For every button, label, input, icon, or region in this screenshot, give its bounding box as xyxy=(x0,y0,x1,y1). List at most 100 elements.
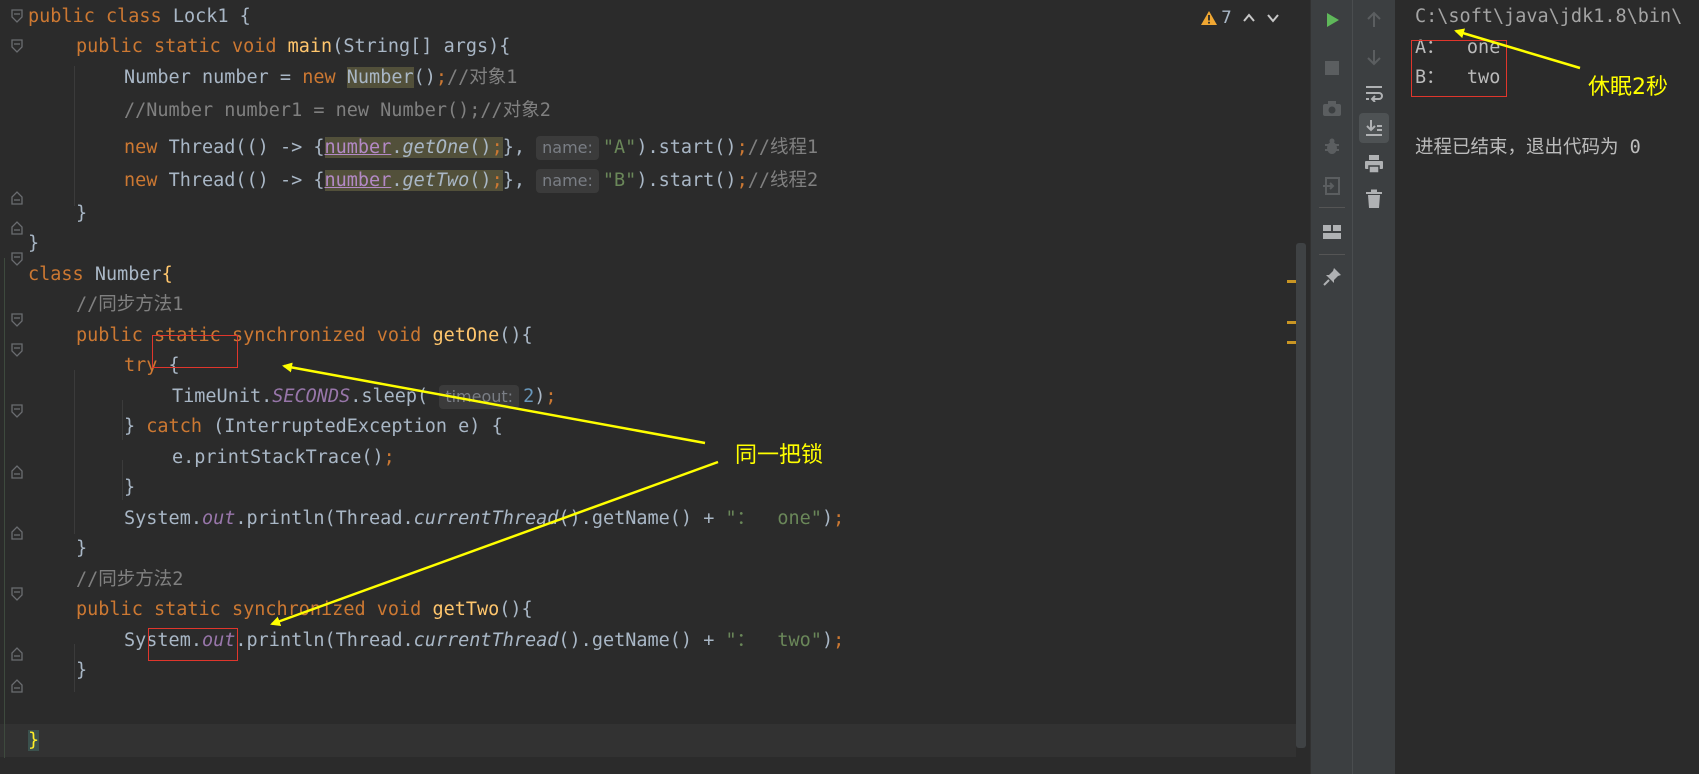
chevron-down-icon[interactable] xyxy=(1266,11,1280,25)
console-output[interactable]: C:\soft\java\jdk1.8\bin\ A： one B： two 进… xyxy=(1395,0,1699,774)
exit-button[interactable] xyxy=(1317,171,1347,201)
keyword: try xyxy=(124,355,158,376)
code-line[interactable]: } xyxy=(76,654,87,687)
method-name: getOne xyxy=(432,325,500,346)
fold-icon[interactable] xyxy=(10,312,24,328)
trash-icon xyxy=(1366,189,1382,208)
code-text: (String[] args){ xyxy=(332,36,511,57)
code-line[interactable]: //同步方法1 xyxy=(76,288,183,321)
code-line[interactable]: } xyxy=(76,532,87,565)
semicolon: ; xyxy=(736,137,748,158)
fold-end-icon[interactable] xyxy=(10,220,24,236)
code-text: Number number = xyxy=(124,67,303,88)
code-text: ().getName() + xyxy=(558,508,726,529)
code-line[interactable]: e.printStackTrace(); xyxy=(172,441,395,474)
scroll-to-end-icon xyxy=(1366,120,1382,136)
code-text: . xyxy=(391,170,403,191)
rerun-button[interactable] xyxy=(1317,5,1347,35)
fold-icon[interactable] xyxy=(10,403,24,419)
keyword: class xyxy=(105,6,162,27)
print-button[interactable] xyxy=(1359,149,1389,179)
code-line[interactable]: public class Lock1 { xyxy=(28,0,251,33)
fold-icon[interactable] xyxy=(10,342,24,358)
keyword: static xyxy=(153,36,221,57)
code-line[interactable]: public static synchronized void getTwo()… xyxy=(76,593,533,626)
code-text: (){ xyxy=(499,325,533,346)
method-call: currentThread xyxy=(413,630,559,651)
code-line[interactable]: } xyxy=(28,227,39,260)
code-line[interactable]: } catch (InterruptedException e) { xyxy=(124,410,503,443)
code-text: () xyxy=(469,137,492,158)
indent-guide xyxy=(74,644,75,692)
code-line[interactable]: try { xyxy=(124,349,180,382)
fold-icon[interactable] xyxy=(10,8,24,24)
code-line[interactable]: } xyxy=(28,724,40,757)
dump-threads-button[interactable] xyxy=(1317,94,1347,124)
chevron-up-icon[interactable] xyxy=(1242,11,1256,25)
fold-end-icon[interactable] xyxy=(10,678,24,694)
keyword: public xyxy=(28,6,95,27)
code-text: } xyxy=(76,203,88,224)
keyword: class xyxy=(28,264,84,285)
fold-icon[interactable] xyxy=(10,38,24,54)
code-editor[interactable]: public class Lock1 { public static void … xyxy=(0,0,1306,774)
code-text: e.printStackTrace() xyxy=(172,447,384,468)
method-call: currentThread xyxy=(413,508,559,529)
run-toolbar xyxy=(1310,0,1353,774)
indent-guide xyxy=(122,400,123,440)
code-line[interactable]: new Thread(() -> {number.getOne();}, nam… xyxy=(124,131,818,164)
printer-icon xyxy=(1365,155,1383,174)
fold-icon[interactable] xyxy=(10,251,24,267)
fold-end-icon[interactable] xyxy=(10,190,24,206)
indent-guide xyxy=(122,460,123,500)
comment: //同步方法1 xyxy=(76,294,184,315)
scroll-to-end-button[interactable] xyxy=(1359,113,1389,143)
comment: //线程2 xyxy=(747,170,819,191)
code-line[interactable]: class Number{ xyxy=(28,258,173,291)
layout-button[interactable] xyxy=(1317,217,1347,247)
debug-button[interactable] xyxy=(1317,132,1347,162)
code-line[interactable]: public static void main(String[] args){ xyxy=(76,30,510,63)
stop-button[interactable] xyxy=(1317,53,1347,83)
inspection-widget[interactable]: 7 xyxy=(1200,6,1280,30)
code-line[interactable]: System.out.println(Thread.currentThread(… xyxy=(124,502,844,535)
code-line[interactable]: Number number = new Number();//对象1 xyxy=(124,61,517,94)
code-text: .println(Thread. xyxy=(235,630,414,651)
code-text: { xyxy=(157,355,180,376)
code-text: } xyxy=(28,233,40,254)
fold-icon[interactable] xyxy=(10,586,24,602)
code-line[interactable]: public static synchronized void getOne()… xyxy=(76,319,533,352)
keyword: void xyxy=(231,36,277,57)
code-line[interactable]: TimeUnit.SECONDS.sleep( timeout: 2); xyxy=(172,380,557,413)
code-text: }, xyxy=(502,137,525,158)
keyword: void xyxy=(376,599,422,620)
code-text: ().getName() + xyxy=(558,630,726,651)
code-line[interactable]: //Number number1 = new Number();//对象2 xyxy=(124,94,551,127)
editor-scrollbar[interactable] xyxy=(1296,243,1306,748)
brace: { xyxy=(161,264,173,285)
code-line[interactable]: new Thread(() -> {number.getTwo();}, nam… xyxy=(124,164,818,197)
code-text: } xyxy=(76,538,88,559)
keyword: new xyxy=(302,67,336,88)
code-text: ).start() xyxy=(636,137,737,158)
code-line[interactable]: } xyxy=(124,471,135,504)
code-text: System. xyxy=(124,630,202,651)
previous-occurrence-button[interactable] xyxy=(1359,5,1389,35)
fold-end-icon[interactable] xyxy=(10,525,24,541)
camera-icon xyxy=(1323,101,1341,116)
fold-end-icon[interactable] xyxy=(10,646,24,662)
console-exit-message: 进程已结束，退出代码为 0 xyxy=(1415,137,1641,158)
code-line[interactable]: } xyxy=(76,197,87,230)
code-line[interactable]: //同步方法2 xyxy=(76,563,183,596)
clear-all-button[interactable] xyxy=(1359,184,1389,214)
soft-wrap-button[interactable] xyxy=(1359,78,1389,108)
annotation-sleep: 休眠2秒 xyxy=(1588,75,1668,100)
matched-brace: } xyxy=(28,730,40,751)
fold-end-icon[interactable] xyxy=(10,464,24,480)
indent-guide xyxy=(74,370,75,534)
pin-tab-button[interactable] xyxy=(1317,262,1347,292)
string-literal: "： two" xyxy=(725,630,822,651)
keyword-static: static xyxy=(153,325,221,346)
code-line[interactable]: System.out.println(Thread.currentThread(… xyxy=(124,624,844,657)
next-occurrence-button[interactable] xyxy=(1359,42,1389,72)
